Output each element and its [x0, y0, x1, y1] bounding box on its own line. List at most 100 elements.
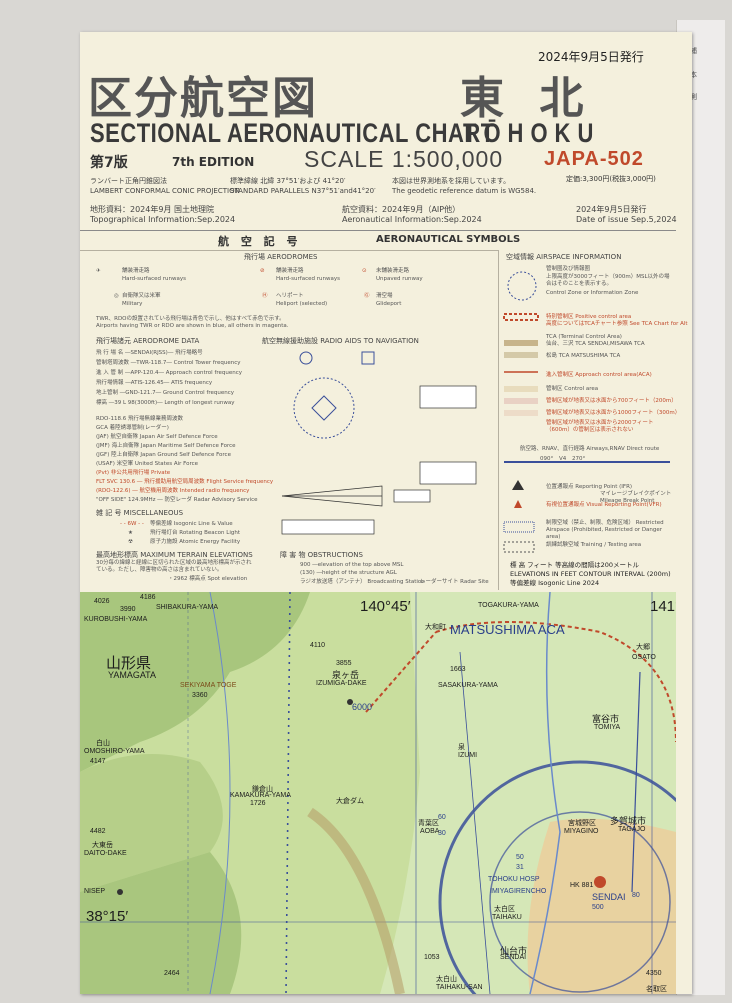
compass-rose-icon [293, 377, 355, 439]
city-label: TOMIYA [594, 724, 621, 731]
twr-note: TWR、RDOの設置されている飛行場は青色で示し、他はすべて赤色で示す。 [96, 316, 285, 322]
parallels-jp: 標準緯線 北緯 37°51′および 41°20′ [230, 177, 346, 185]
aca-label: MATSUSHIMA ACA [450, 622, 565, 637]
mountain-label: TOGAKURA-YAMA [478, 602, 539, 609]
symbol-label: Glideport [376, 301, 402, 307]
altitude-label: 50 [516, 854, 524, 861]
airspace-row: 標 高 フィート 等高線の間隔は200メートル [510, 561, 639, 569]
projection-en: LAMBERT CONFORMAL CONIC PROJECTION [90, 187, 240, 195]
topo-en: Topographical Information:Sep.2024 [90, 215, 236, 224]
symbol-label: 自衛隊又は米軍 [122, 293, 161, 299]
ward-label: TAIHAKU [492, 914, 522, 921]
legend-aerodromes: 飛行場 AERODROMES [244, 253, 318, 261]
navaid-box [419, 385, 477, 409]
mountain-label: KUROBUSHI-YAMA [84, 616, 148, 623]
control-area-icon [504, 398, 538, 404]
legend-heading-jp: 航 空 記 号 [218, 235, 302, 248]
spot-elevation: ・2962 標高点 Spot elevation [168, 576, 248, 582]
spot-elevation-label: 1726 [250, 800, 266, 807]
control-area-icon [504, 386, 538, 392]
visual-reporting-point-icon [514, 500, 522, 508]
spot-elevation-label: 1663 [450, 666, 466, 673]
chart-scale: SCALE 1:500,000 [304, 146, 504, 172]
spot-elevation-dot [117, 889, 123, 895]
aerodrome-icon-hard: ✈ [96, 268, 101, 274]
mountain-label: KAMAKURA-YAMA [230, 792, 291, 799]
airspace-row: 位置通報点 Reporting Point (IFR) [546, 484, 633, 490]
aerodrome-data-heading: 飛行場諸元 AERODROME DATA [96, 337, 200, 345]
mountain-label: DAITO-DAKE [84, 850, 127, 857]
altitude-label: 31 [516, 864, 524, 871]
obstruction-row: 900 ―elevation of the top above MSL [300, 562, 404, 568]
airspace-row: 管制区域が地表又は水面から700フィート（200m） [546, 398, 677, 404]
heliport-label: IMIYAGIRENCHO [490, 888, 547, 895]
city-label: SENDAI [592, 892, 626, 902]
airspace-row: ELEVATIONS IN FEET CONTOUR INTERVAL (200… [510, 570, 671, 578]
altitude-label: 80 [632, 892, 640, 899]
restricted-area-icon [503, 521, 535, 533]
altitude-label: 30 [438, 830, 446, 837]
symbol-label: Hard-surfaced runways [276, 276, 340, 282]
spot-elevation-label: 4482 [90, 828, 106, 835]
atomic-icon: ☢ [128, 539, 133, 545]
airspace-row: 松島 TCA MATSUSHIMA TCA [546, 353, 621, 359]
agency-row: (JGF) 陸上自衛隊 Japan Ground Self Defence Fo… [96, 452, 231, 458]
tca-icon [504, 340, 538, 346]
agency-row: (USAF) 米空軍 United States Air Force [96, 461, 199, 467]
spot-elevation-label: 2464 [164, 970, 180, 977]
agency-row: (RDO-122.6) ― 航空機用周波数 Intended radio fre… [96, 488, 250, 494]
airspace-row: 航空路、RNAV、直行経路 Airways,RNAV Direct route [520, 446, 660, 452]
issue-jp: 2024年9月5日発行 [576, 205, 647, 214]
heliport-label: TOHOKU HOSP [488, 876, 540, 883]
airspace-row: 管制区域が地表又は水面から1000フィート（300m） [546, 410, 681, 416]
agency-row: RDO-118.6 飛行場無線業務周波数 [96, 416, 184, 422]
airspace-row: 高度についてはTCAチャート参照 See TCA Chart for Alt [546, 321, 688, 327]
obstruction-row: (130) ―height of the structure AGL [300, 570, 397, 576]
city-label: SENDAI [500, 954, 527, 961]
ils-freq-box [393, 489, 431, 503]
airspace-row: 等偏差線 Isogonic Line 2024 [510, 579, 600, 587]
aeis-box [281, 519, 375, 535]
title-region-english: TŌHOKU [463, 118, 601, 148]
parallels-info: 標準緯線 北緯 37°51′および 41°20′ STANDARD PARALL… [230, 176, 376, 196]
legend-column-divider [498, 250, 499, 590]
parallels-en: STANDARD PARALLELS N37°51′and41°20′ [230, 187, 376, 195]
longitude-label: 140°45′ [360, 598, 411, 615]
agency-row: GCA 着陸誘導管制(レーダー) [96, 425, 169, 431]
max-terrain-heading: 最高地形標高 MAXIMUM TERRAIN ELEVATIONS [96, 551, 253, 559]
airspace-row: 管制圏及び情報圏 [546, 266, 591, 272]
spot-elevation-label: 4110 [310, 642, 326, 649]
legend-rule [80, 250, 498, 251]
airspace-row: 上限高度が3000フィート（900m）MSL以外の場合はそのことを表示する。 [546, 274, 670, 287]
data-row: 管制塔周波数 ―TWR-118.7― Control Tower frequen… [96, 360, 241, 366]
ward-label: 名取区 [646, 986, 667, 993]
spot-elevation-label: 4026 [94, 598, 110, 605]
ward-label: 宮城野区 [568, 820, 596, 827]
aerodrome-icon-unpaved: ⊙ [362, 268, 367, 274]
airspace-row: マイレージブレイクポイント Mileage Break Point [600, 491, 672, 504]
edition-japanese: 第7版 [90, 155, 128, 171]
terrain-map [80, 592, 676, 994]
latitude-label: 38°15′ [86, 908, 129, 925]
airway-sample: 090° V4 270° [540, 456, 589, 463]
symbol-label: 舗装滑走路 [122, 268, 150, 274]
price: 定価:3,300円(税抜3,000円) [566, 175, 656, 183]
control-area-icon [504, 410, 538, 416]
obstruction-row: レーダーサイト Radar Site [420, 579, 489, 585]
town-label: OSATO [632, 654, 656, 661]
agency-row: FLT SVC 130.6 ― 飛行援助用航空局周波数 Flight Servi… [96, 479, 274, 485]
town-label: IZUMI [458, 752, 478, 759]
vortac-icon [311, 395, 337, 421]
airspace-row: 進入管制区 Approach control area(ACA) [546, 372, 652, 378]
ward-label: 太白区 [494, 906, 515, 913]
issue-date: 2024年9月5日発行 Date of issue Sep.5,2024 [576, 205, 677, 225]
mountain-label: 太白山 [436, 976, 457, 983]
symbol-label: Heliport (selected) [276, 301, 328, 307]
sendai-airport-icon [594, 876, 606, 888]
military-icon: ◎ [114, 293, 119, 299]
airspace-row: TCA (Terminal Control Area) [546, 334, 622, 340]
data-row: 標高 ―39 L 98(3000ft)― Length of longest r… [96, 400, 235, 406]
max-terrain-note: 30分毎の緯線と経線に区切られた区域の最高地形標高が示されている。ただし、障害物… [96, 560, 252, 573]
mountain-label: TAIHAKU-SAN [436, 984, 483, 991]
chart-map-excerpt: 4026 4186 SHIBAKURA-YAMA 3990 KUROBUSHI-… [80, 592, 676, 994]
